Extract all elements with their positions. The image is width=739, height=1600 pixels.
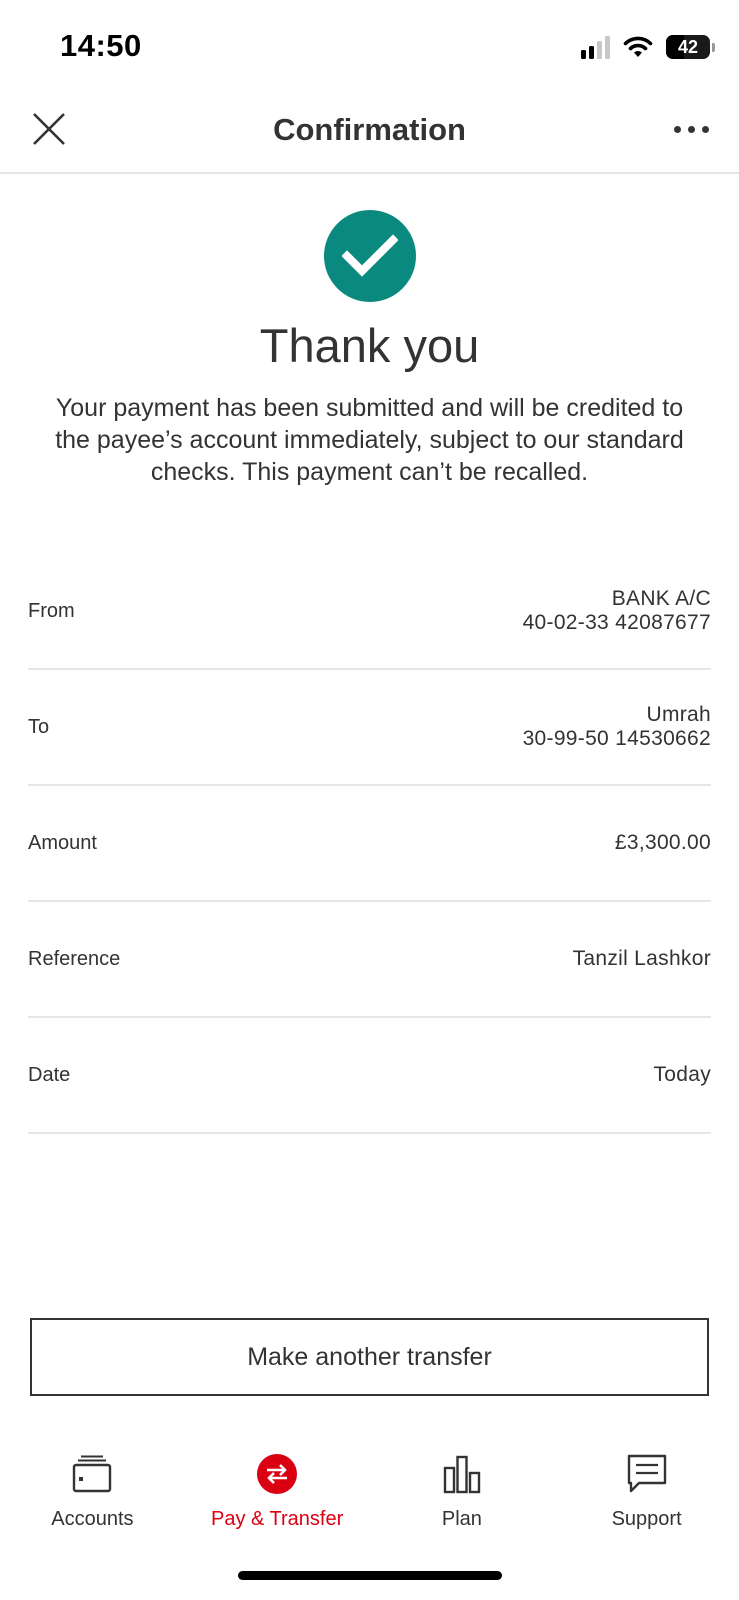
tab-accounts[interactable]: Accounts [0,1446,185,1546]
home-indicator [238,1571,502,1580]
detail-label: Amount [28,831,97,854]
detail-value: BANK A/C 40-02-33 42087677 [523,587,711,635]
date-value: Today [653,1063,711,1086]
battery-icon: 42 [666,35,710,59]
wallet-icon [73,1455,112,1493]
tab-plan[interactable]: Plan [370,1446,555,1546]
detail-label: Date [28,1063,71,1086]
signal-icon [581,35,610,59]
from-account-number: 40-02-33 42087677 [522,611,711,634]
detail-row-reference: Reference Tanzil Lashkor [28,902,711,1018]
tab-label: Pay & Transfer [210,1508,344,1530]
payee-account-number: 30-99-50 14530662 [522,727,711,750]
detail-row-amount: Amount £3,300.00 [28,786,711,902]
detail-row-from: From BANK A/C 40-02-33 42087677 [28,554,711,670]
detail-label: From [28,599,75,622]
amount-value: £3,300.00 [614,831,711,854]
tab-label: Plan [441,1508,482,1530]
tab-label: Accounts [51,1508,134,1530]
detail-row-date: Date Today [28,1018,711,1134]
from-account-name: BANK A/C [611,587,711,610]
detail-label: Reference [28,947,121,970]
more-options-button[interactable] [669,110,713,148]
success-check-icon [324,210,416,302]
reference-value: Tanzil Lashkor [572,947,711,970]
success-message: Your payment has been submitted and will… [55,394,684,486]
detail-row-to: To Umrah 30-99-50 14530662 [28,670,711,786]
tab-pay-transfer[interactable]: Pay & Transfer [185,1446,370,1546]
nav-header: Confirmation [0,92,739,174]
success-heading: Thank you [259,319,480,372]
chat-icon [627,1454,666,1493]
payment-details: From BANK A/C 40-02-33 42087677 To Umrah… [28,554,711,1134]
tab-label: Support [611,1508,682,1530]
page-title: Confirmation [273,112,466,147]
wifi-icon [623,36,653,57]
tab-support[interactable]: Support [554,1446,739,1546]
detail-value: Umrah 30-99-50 14530662 [523,703,711,751]
make-another-transfer-button[interactable]: Make another transfer [30,1318,709,1396]
battery-level: 42 [677,36,699,57]
status-time: 14:50 [60,28,142,63]
detail-label: To [28,715,50,738]
bottom-tab-bar: Accounts Pay & Transfer Plan Support [0,1446,739,1546]
bar-chart-icon [443,1455,481,1494]
status-icons: 42 [581,32,715,62]
more-dots-icon [673,125,681,133]
payee-name: Umrah [646,703,711,726]
status-bar: 14:50 42 [0,0,739,92]
transfer-icon [257,1454,298,1494]
